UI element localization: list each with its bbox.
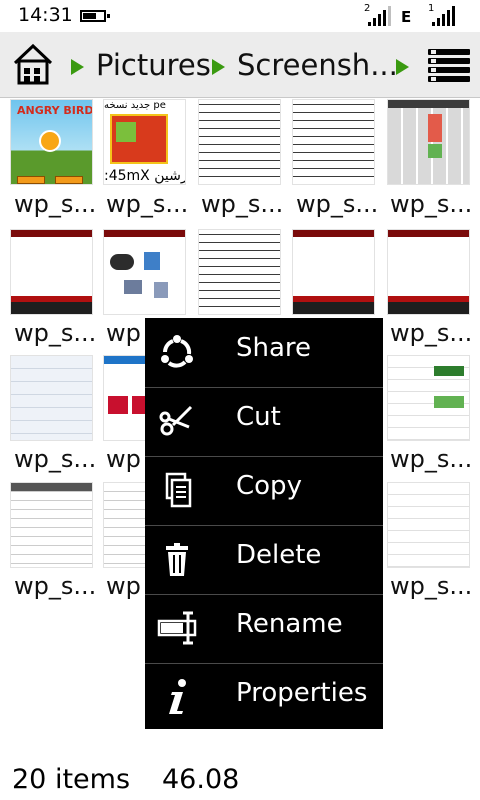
menu-item-share[interactable]: Share bbox=[145, 318, 383, 387]
file-label-10[interactable]: wp_s... bbox=[390, 319, 472, 347]
clock: 14:31 bbox=[18, 4, 73, 26]
menu-item-properties[interactable]: Properties bbox=[145, 663, 383, 732]
thumbnail-15[interactable] bbox=[387, 355, 470, 441]
share-icon bbox=[161, 335, 193, 368]
menu-item-copy[interactable]: Copy bbox=[145, 456, 383, 525]
file-label-1[interactable]: wp_s... bbox=[14, 190, 96, 218]
home-button[interactable] bbox=[10, 41, 56, 87]
scissors-icon bbox=[159, 405, 193, 436]
file-label-20[interactable]: wp_s... bbox=[390, 572, 472, 600]
menu-item-cut[interactable]: Cut bbox=[145, 387, 383, 456]
thumbnail-7[interactable] bbox=[103, 229, 186, 315]
breadcrumb-separator-icon bbox=[71, 59, 84, 75]
menu-item-label: Rename bbox=[236, 609, 343, 639]
menu-item-label: Copy bbox=[236, 471, 302, 501]
file-label-6[interactable]: wp_s... bbox=[14, 319, 96, 347]
menu-button[interactable] bbox=[428, 49, 470, 83]
file-label-15[interactable]: wp_s... bbox=[390, 445, 472, 473]
status-footer: 20 items 46.08 bbox=[0, 760, 480, 800]
copy-icon bbox=[165, 472, 192, 508]
menu-item-label: Share bbox=[236, 333, 312, 363]
thumbnail-6[interactable] bbox=[10, 229, 93, 315]
breadcrumb-screenshots[interactable]: Screensh... bbox=[237, 48, 398, 82]
thumbnail-5[interactable] bbox=[387, 99, 470, 185]
thumbnail-9[interactable] bbox=[292, 229, 375, 315]
file-label-3[interactable]: wp_s... bbox=[201, 190, 283, 218]
thumbnail-8[interactable] bbox=[198, 229, 281, 315]
header-bar: Pictures Screensh... bbox=[0, 32, 480, 98]
breadcrumb-separator-icon bbox=[396, 59, 409, 75]
file-label-2[interactable]: wp_s... bbox=[106, 190, 188, 218]
thumbnail-1[interactable]: ANGRY BIRDS bbox=[10, 99, 93, 185]
breadcrumb-separator-icon bbox=[212, 59, 225, 75]
menu-item-label: Properties bbox=[236, 678, 368, 708]
thumbnail-20[interactable] bbox=[387, 482, 470, 568]
thumbnail-3[interactable] bbox=[198, 99, 281, 185]
thumbnail-2-bottom-text: :45mX پرشین bbox=[104, 168, 185, 184]
thumbnail-2[interactable]: جدید نسخه pe :45mX پرشین bbox=[103, 99, 186, 185]
status-bar: 14:31 2 E 1 bbox=[0, 0, 480, 32]
total-size: 46.08 bbox=[162, 764, 240, 795]
item-count: 20 items bbox=[12, 764, 131, 795]
thumbnail-4[interactable] bbox=[292, 99, 375, 185]
thumbnail-16[interactable] bbox=[10, 482, 93, 568]
signal-strength-icon bbox=[368, 6, 392, 26]
file-label-17[interactable]: wp bbox=[106, 572, 141, 600]
file-label-7[interactable]: wp bbox=[106, 319, 141, 347]
thumbnail-11[interactable] bbox=[10, 355, 93, 441]
file-label-4[interactable]: wp_s... bbox=[296, 190, 378, 218]
menu-item-label: Delete bbox=[236, 540, 322, 570]
home-icon bbox=[13, 43, 53, 85]
trash-icon bbox=[166, 543, 188, 576]
file-label-11[interactable]: wp_s... bbox=[14, 445, 96, 473]
file-label-5[interactable]: wp_s... bbox=[390, 190, 472, 218]
menu-item-delete[interactable]: Delete bbox=[145, 525, 383, 594]
context-menu: Share Cut Copy Delete Rename Properties bbox=[145, 318, 383, 729]
menu-item-label: Cut bbox=[236, 402, 281, 432]
menu-item-rename[interactable]: Rename bbox=[145, 594, 383, 663]
breadcrumb-pictures[interactable]: Pictures bbox=[96, 48, 211, 82]
thumbnail-2-top-text: جدید نسخه pe bbox=[104, 100, 166, 110]
thumbnail-10[interactable] bbox=[387, 229, 470, 315]
file-label-16[interactable]: wp_s... bbox=[14, 572, 96, 600]
battery-icon bbox=[80, 10, 110, 22]
rename-icon bbox=[157, 611, 197, 645]
signal-strength-icon bbox=[432, 6, 456, 26]
network-type: E bbox=[401, 8, 412, 26]
info-icon bbox=[169, 679, 186, 714]
file-label-12[interactable]: wp bbox=[106, 445, 141, 473]
